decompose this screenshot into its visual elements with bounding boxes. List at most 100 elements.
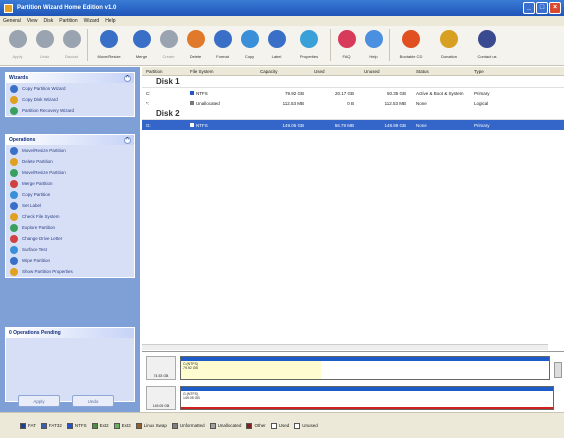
operation-item-label: Copy Partition <box>22 192 51 197</box>
menu-general[interactable]: General <box>3 18 21 24</box>
operation-item-show-partition-properties[interactable]: Show Partition Properties <box>6 266 134 277</box>
collapse-icon[interactable]: ^ <box>124 136 131 144</box>
operation-item-label: Explore Partition <box>22 225 56 230</box>
operation-item-label: Change Drive Letter <box>22 236 63 241</box>
operation-item-wipe-partition[interactable]: Wipe Partition <box>6 255 134 266</box>
operation-item-move-resize-partition[interactable]: Move/Resize Partition <box>6 145 134 156</box>
partition-row[interactable]: *: Unallocated 112.53 MB 0 B 112.53 MB None Lo… <box>142 98 564 108</box>
column-file-system[interactable]: File System <box>186 67 256 75</box>
bootable-cd-icon <box>402 30 420 48</box>
operations-header[interactable]: Operations ^ <box>6 135 134 145</box>
menu-help[interactable]: Help <box>105 18 115 24</box>
legend-unallocated: Unallocated <box>209 422 241 429</box>
operation-item-label: Move/Resize Partition <box>22 170 66 175</box>
legend-swatch <box>209 422 216 429</box>
menu-partition[interactable]: Partition <box>59 18 77 24</box>
cell-fs: NTFS <box>186 91 256 96</box>
column-partition[interactable]: Partition <box>142 67 186 75</box>
copy-button[interactable]: Copy <box>236 26 263 64</box>
cell-text: C: <box>146 90 151 96</box>
column-status[interactable]: Status <box>412 67 470 75</box>
toolbar-label: Merge <box>135 54 148 59</box>
disk-icon[interactable]: 149.05 GB <box>146 386 176 410</box>
surface-test-icon <box>10 245 18 254</box>
operation-item-surface-test[interactable]: Surface Test <box>6 244 134 255</box>
legend-label: Unformatted <box>179 423 205 428</box>
apply-button[interactable]: Apply <box>18 395 60 407</box>
undo-button[interactable]: Undo <box>31 26 58 64</box>
apply-label: Apply <box>33 398 45 404</box>
faq-button[interactable]: FAQ <box>333 26 360 64</box>
collapse-icon[interactable]: ^ <box>124 74 131 82</box>
column-unused[interactable]: Unused <box>360 67 412 75</box>
vertical-scrollbar[interactable] <box>554 362 562 378</box>
check-file-system-icon <box>10 212 18 221</box>
contact-us-button[interactable]: Contact us <box>468 26 506 64</box>
legend-ext3: Ext3 <box>113 422 131 429</box>
disk-icon[interactable]: 74.53 GB <box>146 356 176 380</box>
legend-label: FAT <box>28 423 36 428</box>
operation-item-check-file-system[interactable]: Check File System <box>6 211 134 222</box>
column-type[interactable]: Type <box>470 67 510 75</box>
operation-item-set-label[interactable]: Set Label <box>6 200 134 211</box>
format-button[interactable]: Format <box>209 26 236 64</box>
delete-button[interactable]: Delete <box>182 26 209 64</box>
maximize-button[interactable]: □ <box>536 2 548 14</box>
legend-label: Ext2 <box>99 423 109 428</box>
close-button[interactable]: × <box>549 2 561 14</box>
label-button[interactable]: Label <box>263 26 290 64</box>
bootable-cd-button[interactable]: Bootable CD <box>392 26 430 64</box>
wizards-header[interactable]: Wizards ^ <box>6 73 134 83</box>
column-capacity[interactable]: Capacity <box>256 67 310 75</box>
legend-fat32: FAT32 <box>40 422 62 429</box>
partition-body: G:(NTFS) 149.05 GB <box>181 391 553 409</box>
wizard-item-partition-recovery-wizard[interactable]: Partition Recovery Wizard <box>6 105 134 116</box>
donation-button[interactable]: Donation <box>430 26 468 64</box>
apply-button[interactable]: Apply <box>4 26 31 64</box>
disk-size-label: 149.05 GB <box>152 404 170 408</box>
properties-button[interactable]: Properties <box>290 26 328 64</box>
toolbar-label: Bootable CD <box>399 54 423 59</box>
partition-row[interactable]: C: NTFS 79.92 GB 20.17 GB 50.35 GB Active & B… <box>142 88 564 98</box>
legend-ntfs: NTFS <box>66 422 87 429</box>
operation-item-explore-partition[interactable]: Explore Partition <box>6 222 134 233</box>
merge-button[interactable]: Merge <box>128 26 155 64</box>
operation-item-move-resize-partition[interactable]: Move/Resize Partition <box>6 167 134 178</box>
wizard-item-copy-partition-wizard[interactable]: Copy Partition Wizard <box>6 83 134 94</box>
partition-block[interactable]: G:(NTFS) 149.05 GB <box>180 386 554 410</box>
horizontal-scrollbar[interactable] <box>142 344 548 350</box>
operation-item-delete-partition[interactable]: Delete Partition <box>6 156 134 167</box>
undo-button[interactable]: Undo <box>72 395 114 407</box>
minimize-button[interactable]: _ <box>523 2 535 14</box>
menu-wizard[interactable]: Wizard <box>84 18 100 24</box>
operation-item-change-drive-letter[interactable]: Change Drive Letter <box>6 233 134 244</box>
legend-swatch <box>135 422 142 429</box>
column-used[interactable]: Used <box>310 67 360 75</box>
toolbar-label: Delete <box>189 54 202 59</box>
operation-item-merge-partition[interactable]: Merge Partition <box>6 178 134 189</box>
help-button[interactable]: Help <box>360 26 387 64</box>
partition-block[interactable]: C:(NTFS) 79.92 GB <box>180 356 550 380</box>
toolbar-label: Copy <box>244 54 255 59</box>
legend-label: Ext3 <box>121 423 131 428</box>
cell-text: Primary <box>474 90 490 96</box>
merge-partition-icon <box>10 179 18 188</box>
discard-button[interactable]: Discard <box>58 26 85 64</box>
format-icon <box>213 30 232 48</box>
wizards-panel: Wizards ^ Copy Partition Wizard Copy Disk… <box>5 72 135 117</box>
partition-row[interactable]: G: NTFS 149.05 GB 56.79 MB 148.99 GB None Prim… <box>142 120 564 130</box>
menu-view[interactable]: View <box>27 18 38 24</box>
operation-item-copy-partition[interactable]: Copy Partition <box>6 189 134 200</box>
move-resize-button[interactable]: Move/Resize <box>90 26 128 64</box>
legend-swatch <box>91 422 98 429</box>
properties-icon <box>300 30 318 48</box>
window-title: Partition Wizard Home Edition v1.0 <box>17 5 117 11</box>
menu-disk[interactable]: Disk <box>44 18 54 24</box>
legend-swatch <box>66 422 73 429</box>
legend-ext2: Ext2 <box>91 422 109 429</box>
cell-capacity: 79.92 GB <box>256 91 310 96</box>
cell-unused: 148.99 GB <box>360 123 412 128</box>
create-button[interactable]: Create <box>155 26 182 64</box>
wizard-item-copy-disk-wizard[interactable]: Copy Disk Wizard <box>6 94 134 105</box>
title-bar: Partition Wizard Home Edition v1.0 _ □ × <box>0 0 564 16</box>
